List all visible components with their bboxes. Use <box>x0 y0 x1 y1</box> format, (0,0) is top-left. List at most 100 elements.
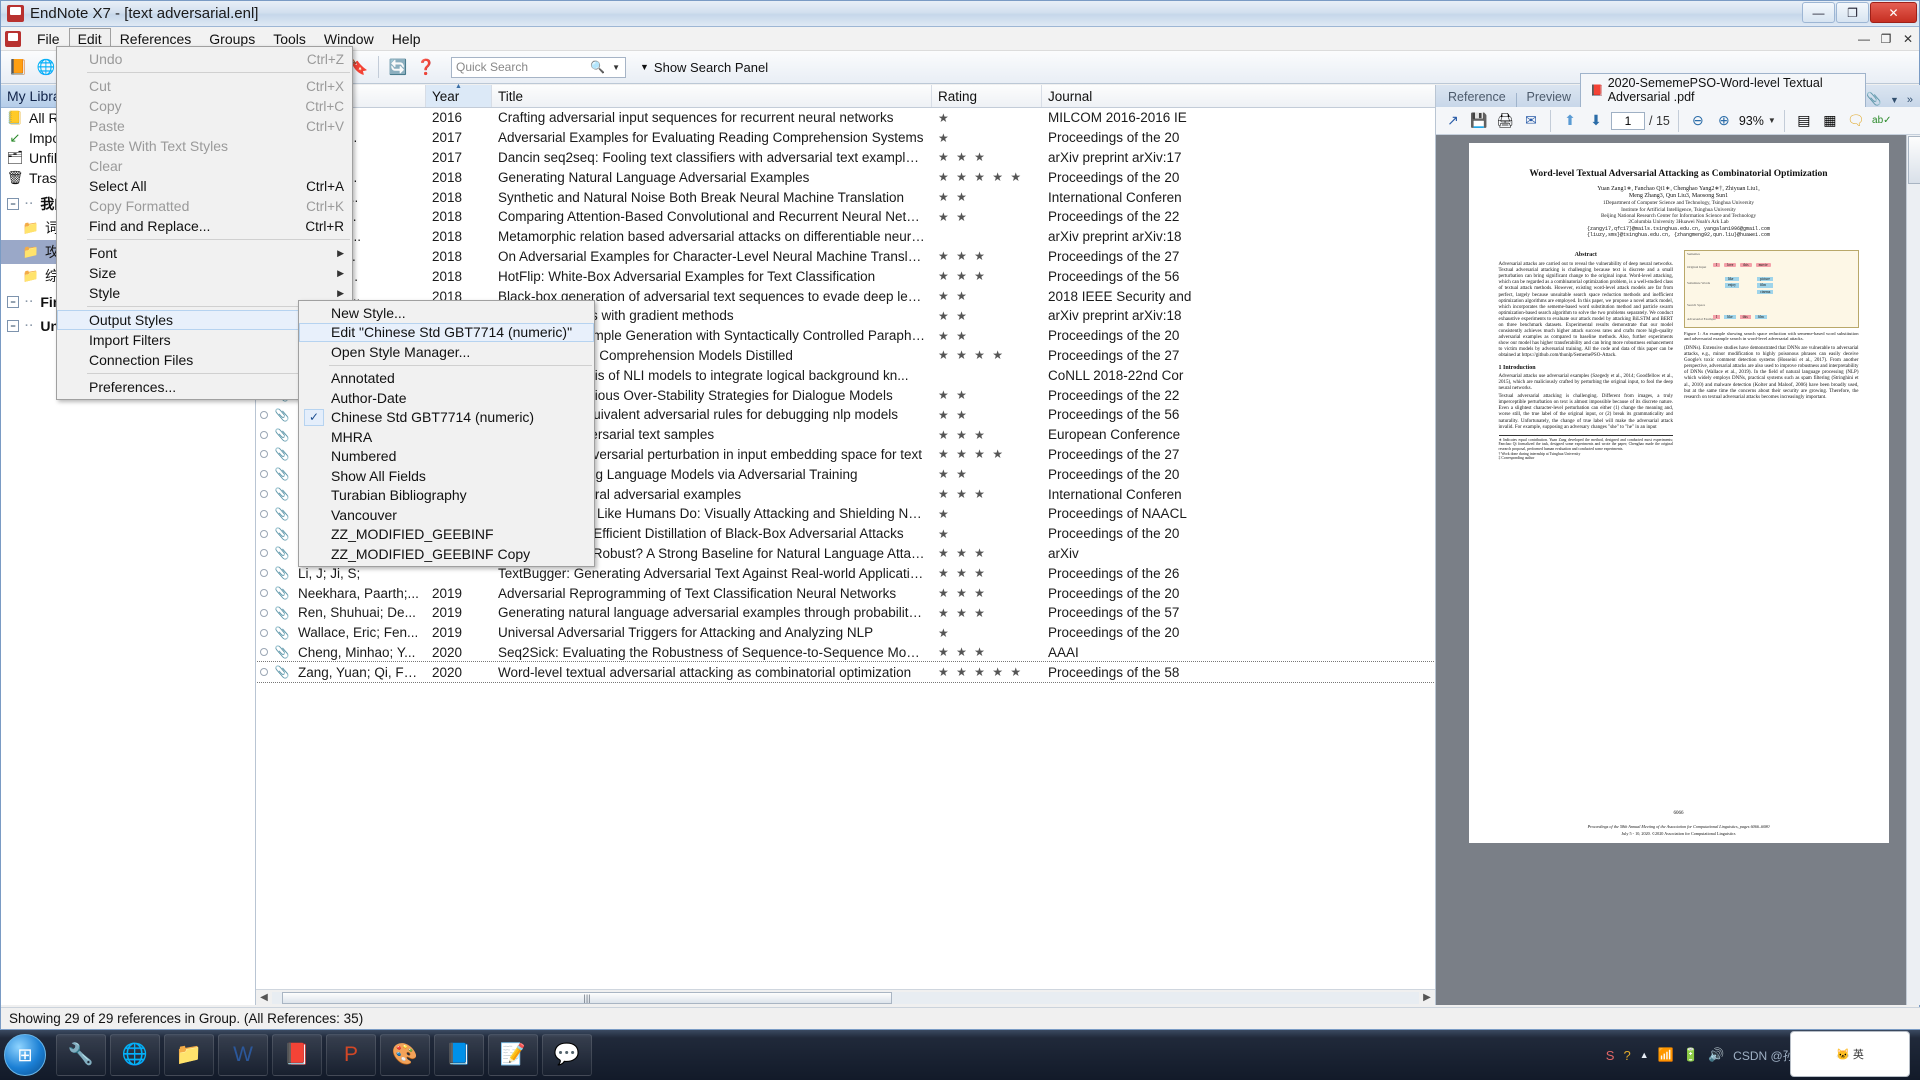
output-style-item-numbered[interactable]: Numbered <box>299 447 594 467</box>
row-read-status[interactable] <box>256 589 272 598</box>
paperclip-icon[interactable]: 📎 <box>272 586 292 600</box>
help-icon[interactable]: ❓ <box>413 54 439 80</box>
row-rating[interactable]: ★ <box>932 131 1042 145</box>
windows-start-icon[interactable]: ⊞ <box>4 1034 46 1076</box>
paperclip-icon[interactable]: 📎 <box>272 447 292 461</box>
row-rating[interactable]: ★ ★ ★ ★ <box>932 348 1042 362</box>
row-read-status[interactable] <box>256 608 272 617</box>
edit-menu-item-select-all[interactable]: Select All Ctrl+A <box>57 176 352 196</box>
table-row[interactable]: 📎 Zang, Yuan; Qi, Fa... 2020 Word-level tex… <box>256 661 1435 684</box>
row-rating[interactable]: ★ ★ ★ ★ ★ <box>932 665 1042 679</box>
tab-preview[interactable]: Preview <box>1518 88 1580 107</box>
paperclip-icon[interactable]: 📎 <box>272 408 292 422</box>
row-rating[interactable]: ★ ★ <box>932 329 1042 343</box>
output-style-item-mhra[interactable]: MHRA <box>299 427 594 447</box>
row-rating[interactable]: ★ ★ <box>932 388 1042 402</box>
collapse-icon[interactable]: − <box>7 320 19 332</box>
taskbar-acrobat-icon[interactable]: 📕 <box>272 1034 322 1076</box>
table-row[interactable]: 📎Javid; R...2018HotFlip: White-Box Adver… <box>256 266 1435 286</box>
row-rating[interactable]: ★ ★ <box>932 210 1042 224</box>
row-read-status[interactable] <box>256 569 272 578</box>
paperclip-icon[interactable]: 📎 <box>272 665 292 679</box>
paperclip-icon[interactable]: 📎 <box>272 626 292 640</box>
down-arrow-icon[interactable]: ⬇ <box>1585 110 1607 132</box>
fit-page-icon[interactable]: ▦ <box>1819 110 1841 132</box>
paperclip-icon[interactable]: 📎 <box>272 428 292 442</box>
row-rating[interactable]: ★ ★ ★ <box>932 586 1042 600</box>
row-rating[interactable]: ★ ★ ★ <box>932 566 1042 580</box>
print-icon[interactable]: 🖨 <box>1494 110 1516 132</box>
page-number-input[interactable]: 1 <box>1611 111 1645 130</box>
layout-icon[interactable]: ▤ <box>1793 110 1815 132</box>
close-button[interactable]: ✕ <box>1870 2 1917 23</box>
tab-reference[interactable]: Reference <box>1439 88 1515 107</box>
row-read-status[interactable] <box>256 450 272 459</box>
zoom-out-icon[interactable]: ⊖ <box>1687 110 1709 132</box>
column-journal[interactable]: Journal <box>1042 85 1212 107</box>
chevron-up-icon[interactable]: ▲ <box>1640 1050 1649 1060</box>
row-rating[interactable]: ★ ★ ★ <box>932 249 1042 263</box>
column-rating[interactable]: Rating <box>932 85 1042 107</box>
row-rating[interactable]: ★ ★ ★ <box>932 645 1042 659</box>
row-read-status[interactable] <box>256 470 272 479</box>
collapse-icon[interactable]: − <box>7 198 19 210</box>
network-icon[interactable]: 📶 <box>1658 1047 1674 1063</box>
row-rating[interactable]: ★ ★ ★ <box>932 150 1042 164</box>
table-row[interactable]: 📎; Liang, ...2017Adversarial Examples fo… <box>256 128 1435 148</box>
row-rating[interactable]: ★ <box>932 527 1042 541</box>
output-style-item-turabian-bibliography[interactable]: Turabian Bibliography <box>299 486 594 506</box>
paperclip-icon[interactable]: 📎 <box>272 645 292 659</box>
paperclip-icon[interactable]: 📎 <box>272 606 292 620</box>
row-rating[interactable]: ★ ★ <box>932 190 1042 204</box>
attachment-icon[interactable]: 📎 <box>1866 92 1882 107</box>
output-style-item-annotated[interactable]: Annotated <box>299 369 594 389</box>
table-row[interactable]: 📎 Cheng, Minhao; Y... 2020 Seq2Sick: Evalua… <box>256 643 1435 663</box>
table-row[interactable]: 📎Yonatan...2018Synthetic and Natural Noi… <box>256 187 1435 207</box>
maximize-button[interactable]: ❐ <box>1836 2 1869 23</box>
taskbar-powerpoint-icon[interactable]: P <box>326 1034 376 1076</box>
scroll-track[interactable]: ||| <box>272 991 1419 1004</box>
row-read-status[interactable] <box>256 410 272 419</box>
output-style-item-show-all-fields[interactable]: Show All Fields <box>299 466 594 486</box>
note-icon[interactable]: 🗨 <box>1845 110 1867 132</box>
chevron-down-icon[interactable]: ▼ <box>612 63 620 72</box>
row-rating[interactable]: ★ ★ ★ ★ ★ <box>932 170 1042 184</box>
pdf-page-view[interactable]: Word-level Textual Adversarial Attacking… <box>1436 135 1920 1005</box>
taskbar-chrome-icon[interactable]: 🌐 <box>110 1034 160 1076</box>
battery-icon[interactable]: 🔋 <box>1683 1047 1699 1063</box>
edit-menu-item-find-and-replace[interactable]: Find and Replace... Ctrl+R <box>57 216 352 236</box>
paperclip-icon[interactable]: 📎 <box>272 507 292 521</box>
row-read-status[interactable] <box>256 648 272 657</box>
row-rating[interactable]: ★ ★ ★ <box>932 487 1042 501</box>
save-icon[interactable]: 💾 <box>1468 110 1490 132</box>
taskbar-endnote-icon[interactable]: 📘 <box>434 1034 484 1076</box>
taskbar-paint-icon[interactable]: 🎨 <box>380 1034 430 1076</box>
table-row[interactable]: 📎Javid; L...2018On Adversarial Examples … <box>256 247 1435 267</box>
table-row[interactable]: 📎 Neekhara, Paarth;... 2019 Adversarial Rep… <box>256 583 1435 603</box>
sync-icon[interactable]: 🔄 <box>385 54 411 80</box>
menu-help[interactable]: Help <box>383 28 430 50</box>
row-rating[interactable]: ★ ★ ★ <box>932 428 1042 442</box>
table-row[interactable]: 📎atherine2017Dancin seq2seq: Fooling tex… <box>256 148 1435 168</box>
row-rating[interactable]: ★ ★ <box>932 289 1042 303</box>
output-style-item-chinese-std-gbt7714-numeric[interactable]: ✓ Chinese Std GBT7714 (numeric) <box>299 408 594 428</box>
row-rating[interactable]: ★ <box>932 626 1042 640</box>
row-read-status[interactable] <box>256 549 272 558</box>
search-icon[interactable]: 🔍 <box>590 60 605 74</box>
collapse-icon[interactable]: − <box>7 296 19 308</box>
column-title[interactable]: Title <box>492 85 932 107</box>
row-rating[interactable]: ★ <box>932 507 1042 521</box>
minimize-button[interactable]: — <box>1802 2 1835 23</box>
output-style-item-edit-chinese-std-gbt7714-numeric[interactable]: Edit "Chinese Std GBT7714 (numeric)" <box>299 322 594 342</box>
row-rating[interactable]: ★ ★ ★ <box>932 546 1042 560</box>
edit-menu-item-font[interactable]: Font ▶ <box>57 243 352 263</box>
row-rating[interactable]: ★ ★ ★ <box>932 606 1042 620</box>
quick-search-input[interactable]: Quick Search 🔍 ▼ <box>451 56 626 78</box>
paperclip-icon[interactable]: 📎 <box>272 487 292 501</box>
row-rating[interactable]: ★ ★ ★ <box>932 269 1042 283</box>
taskbar-file-explorer-icon[interactable]: 📁 <box>164 1034 214 1076</box>
zoom-in-icon[interactable]: ⊕ <box>1713 110 1735 132</box>
pdf-vertical-scrollbar[interactable] <box>1906 135 1920 1005</box>
scroll-left-icon[interactable]: ◀ <box>256 992 272 1003</box>
open-external-icon[interactable]: ↗ <box>1442 110 1464 132</box>
